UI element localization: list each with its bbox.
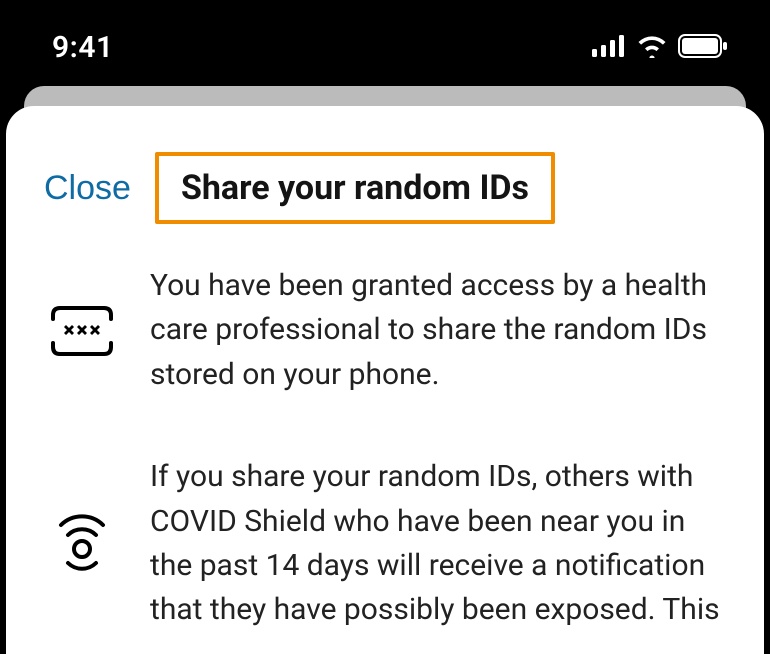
status-right bbox=[592, 34, 728, 62]
sheet-content: You have been granted access by a health… bbox=[6, 254, 764, 633]
sheet-header: Close Share your random IDs bbox=[6, 134, 764, 254]
status-time: 9:41 bbox=[52, 30, 114, 65]
sheet-title: Share your random IDs bbox=[181, 168, 529, 208]
wifi-icon bbox=[636, 34, 668, 62]
info-text-2: If you share your random IDs, others wit… bbox=[150, 455, 724, 633]
battery-icon bbox=[678, 34, 728, 62]
device-frame: 9:41 bbox=[0, 0, 770, 654]
cellular-icon bbox=[592, 35, 626, 61]
broadcast-icon bbox=[46, 513, 118, 575]
modal-sheet: Close Share your random IDs bbox=[6, 106, 764, 654]
info-row-1: You have been granted access by a health… bbox=[46, 264, 724, 397]
info-text-1: You have been granted access by a health… bbox=[150, 264, 724, 397]
status-bar: 9:41 bbox=[0, 0, 770, 95]
info-row-2: If you share your random IDs, others wit… bbox=[46, 455, 724, 633]
code-icon bbox=[46, 305, 118, 357]
title-highlight-box: Share your random IDs bbox=[155, 152, 555, 224]
close-button[interactable]: Close bbox=[38, 163, 137, 214]
